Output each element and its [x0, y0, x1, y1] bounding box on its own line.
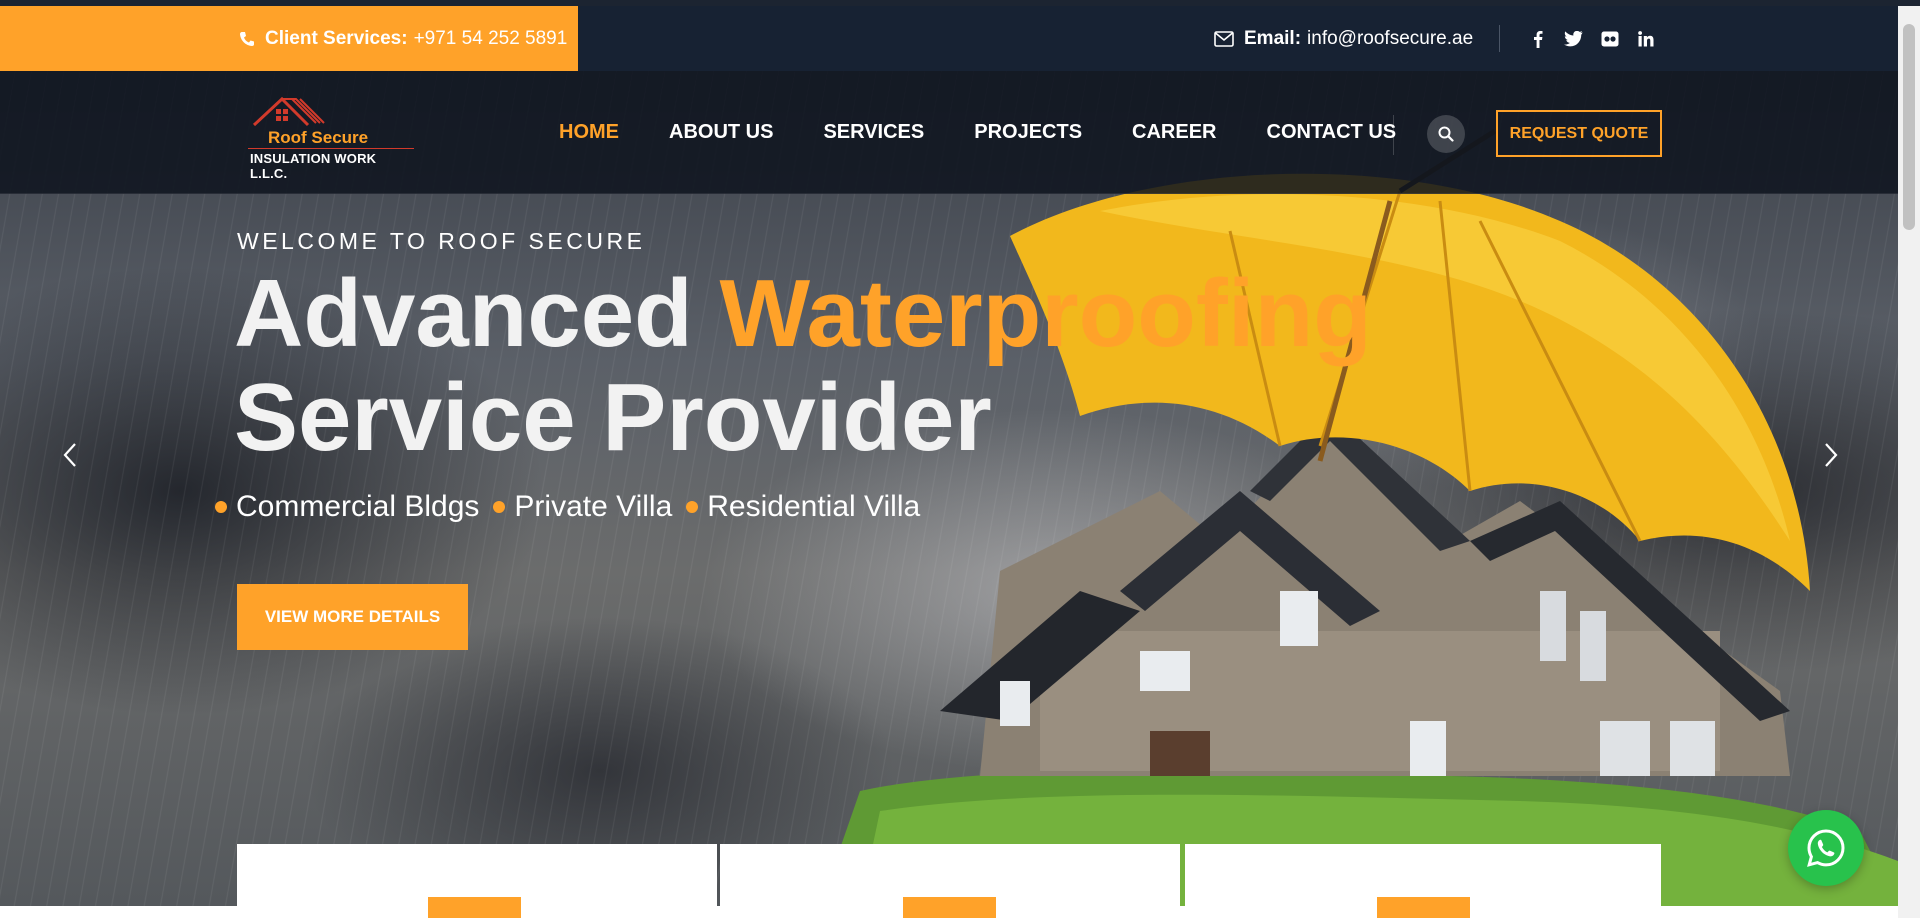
main-navbar: Roof Secure INSULATION WORK L.L.C. HOME … [0, 71, 1898, 194]
site-logo[interactable]: Roof Secure INSULATION WORK L.L.C. [246, 95, 416, 181]
facebook-icon[interactable] [1520, 21, 1556, 57]
chevron-right-icon [1825, 443, 1838, 467]
search-button[interactable] [1427, 115, 1465, 153]
logo-subtitle: INSULATION WORK L.L.C. [250, 151, 377, 181]
primary-nav: HOME ABOUT US SERVICES PROJECTS CAREER C… [559, 71, 1446, 194]
roof-logo-icon [252, 96, 325, 127]
search-icon [1438, 126, 1454, 142]
twitter-icon[interactable] [1556, 21, 1592, 57]
client-services[interactable]: Client Services: +971 54 252 5891 [0, 6, 578, 71]
headline-line-2: Service Provider [234, 364, 992, 471]
service-types-list: Commercial Bldgs Private Villa Residenti… [215, 490, 934, 524]
nav-home[interactable]: HOME [559, 121, 619, 144]
slider-next-button[interactable] [1816, 440, 1846, 470]
client-services-label: Client Services: [265, 27, 408, 49]
linkedin-icon[interactable] [1628, 21, 1664, 57]
feature-card-icon-tab [428, 897, 521, 918]
nav-about-us[interactable]: ABOUT US [669, 121, 773, 144]
service-item: Commercial Bldgs [215, 490, 479, 524]
service-label: Private Villa [514, 490, 673, 523]
bullet-dot [493, 501, 506, 513]
nav-projects[interactable]: PROJECTS [974, 121, 1082, 144]
whatsapp-icon [1807, 829, 1845, 867]
flickr-icon[interactable] [1592, 21, 1628, 57]
feature-card [720, 844, 1180, 918]
chevron-left-icon [63, 443, 76, 467]
nav-divider [1393, 115, 1394, 155]
top-divider [1499, 25, 1500, 52]
headline-line-1: Advanced Waterproofing [234, 262, 1372, 366]
feature-card [237, 844, 717, 918]
headline-word-advanced: Advanced [234, 260, 693, 367]
service-label: Residential Villa [707, 490, 921, 523]
service-label: Commercial Bldgs [236, 490, 480, 523]
phone-icon [239, 31, 255, 47]
nav-contact-us[interactable]: CONTACT US [1267, 121, 1397, 144]
scrollbar-thumb[interactable] [1903, 24, 1915, 230]
top-info-bar: Client Services: +971 54 252 5891 Email:… [0, 6, 1898, 71]
envelope-icon [1214, 30, 1234, 47]
logo-underline [248, 148, 414, 149]
client-phone[interactable]: +971 54 252 5891 [414, 28, 568, 50]
nav-services[interactable]: SERVICES [823, 121, 924, 144]
email-value[interactable]: info@roofsecure.ae [1307, 28, 1473, 50]
headline-accent-word: Waterproofing [719, 260, 1372, 367]
hero-headline: Advanced Waterproofing Service Provider [234, 262, 1372, 470]
email-info[interactable]: Email: info@roofsecure.ae [1214, 6, 1473, 71]
slider-prev-button[interactable] [55, 440, 85, 470]
email-label: Email: [1244, 27, 1302, 49]
nav-career[interactable]: CAREER [1132, 121, 1216, 144]
house-umbrella-illustration [820, 128, 1898, 906]
request-quote-button[interactable]: REQUEST QUOTE [1496, 110, 1662, 157]
whatsapp-chat-button[interactable] [1788, 810, 1864, 886]
bullet-dot [686, 501, 699, 513]
hero-welcome-text: WELCOME TO ROOF SECURE [237, 228, 646, 254]
view-more-details-button[interactable]: VIEW MORE DETAILS [237, 584, 468, 650]
feature-card-icon-tab [1377, 897, 1470, 918]
hero-banner [0, 71, 1898, 906]
feature-card-icon-tab [903, 897, 996, 918]
logo-brand-text: Roof Secure [268, 128, 369, 147]
social-links [1520, 6, 1664, 71]
service-item: Residential Villa [686, 490, 920, 524]
service-item: Private Villa [493, 490, 672, 524]
feature-card [1185, 844, 1661, 918]
bullet-dot [215, 501, 227, 513]
